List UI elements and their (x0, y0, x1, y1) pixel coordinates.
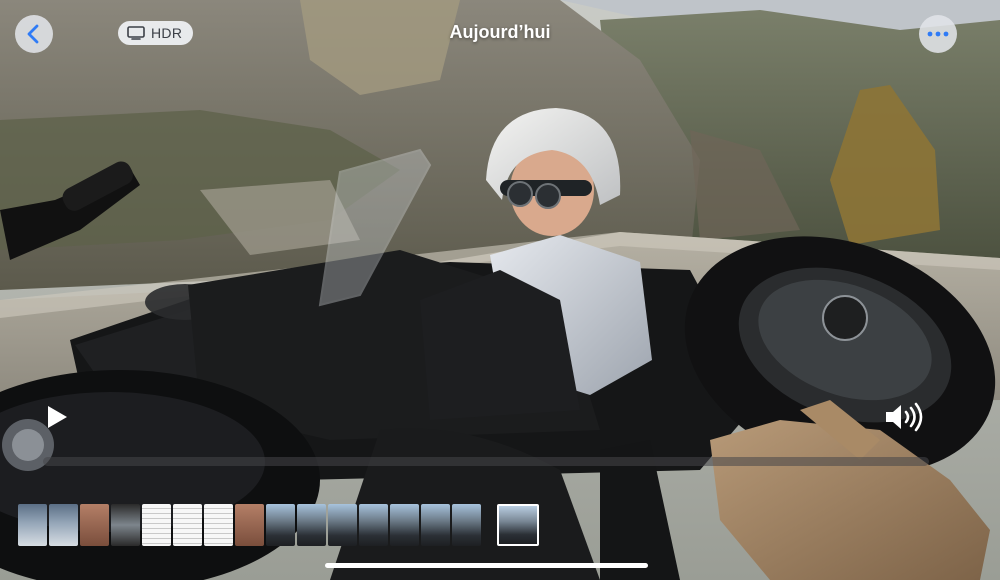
play-button[interactable] (44, 404, 70, 430)
page-title: Aujourd’hui (449, 22, 551, 42)
filmstrip-thumbnail[interactable] (390, 504, 419, 546)
filmstrip-thumbnail[interactable] (142, 504, 171, 546)
play-icon (48, 406, 67, 428)
filmstrip-thumbnail[interactable] (328, 504, 357, 546)
home-indicator[interactable] (325, 563, 648, 568)
filmstrip-thumbnail[interactable] (452, 504, 481, 546)
filmstrip-thumbnail[interactable] (297, 504, 326, 546)
video-scrubber[interactable] (43, 457, 929, 466)
filmstrip-thumbnail[interactable] (204, 504, 233, 546)
filmstrip (18, 504, 539, 546)
filmstrip-thumbnail[interactable] (49, 504, 78, 546)
more-button[interactable] (919, 15, 957, 53)
filmstrip-thumbnail[interactable] (235, 504, 264, 546)
filmstrip-thumbnail-selected[interactable] (497, 504, 539, 546)
filmstrip-thumbnail[interactable] (18, 504, 47, 546)
filmstrip-thumbnail[interactable] (173, 504, 202, 546)
filmstrip-thumbnail[interactable] (421, 504, 450, 546)
filmstrip-thumbnail[interactable] (359, 504, 388, 546)
speaker-wave-icon (886, 402, 923, 432)
ellipsis-icon (927, 31, 949, 37)
filmstrip-thumbnail[interactable] (266, 504, 295, 546)
volume-button[interactable] (884, 402, 928, 432)
photo-viewer: HDR Aujourd’hui (0, 0, 1000, 580)
filmstrip-thumbnail[interactable] (80, 504, 109, 546)
filmstrip-thumbnail[interactable] (111, 504, 140, 546)
video-frame (0, 0, 1000, 580)
